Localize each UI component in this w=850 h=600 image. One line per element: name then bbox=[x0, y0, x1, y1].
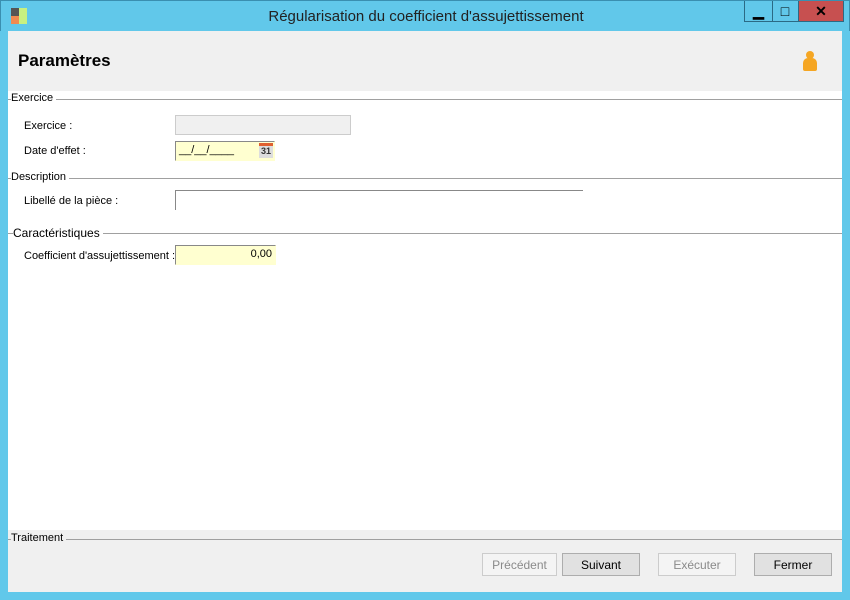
exercice-label: Exercice : bbox=[24, 120, 73, 132]
section-title: Traitement bbox=[11, 532, 67, 544]
coefficient-label: Coefficient d'assujettissement : bbox=[24, 250, 176, 262]
date-effet-value: __/__/____ bbox=[179, 144, 235, 156]
section-exercice: Exercice bbox=[8, 92, 842, 106]
maximize-button[interactable]: □ bbox=[772, 1, 799, 22]
section-title: Exercice bbox=[11, 92, 57, 104]
close-window-button[interactable]: ✕ bbox=[798, 1, 844, 22]
close-icon: ✕ bbox=[815, 2, 827, 19]
client-area bbox=[8, 31, 842, 592]
next-button[interactable]: Suivant bbox=[562, 553, 640, 576]
minimize-button[interactable]: ▁ bbox=[744, 1, 773, 22]
section-title: Caractéristiques bbox=[13, 226, 103, 240]
calendar-day: 31 bbox=[260, 146, 271, 156]
previous-button[interactable]: Précédent bbox=[482, 553, 557, 576]
section-title: Description bbox=[11, 171, 70, 183]
execute-button[interactable]: Exécuter bbox=[658, 553, 736, 576]
calendar-icon[interactable]: 31 bbox=[259, 143, 273, 158]
page-title: Paramètres bbox=[18, 51, 111, 70]
title-bar: Régularisation du coefficient d'assujett… bbox=[0, 0, 850, 31]
window-title: Régularisation du coefficient d'assujett… bbox=[268, 8, 584, 25]
maximize-icon: □ bbox=[780, 3, 790, 19]
user-icon[interactable] bbox=[802, 51, 818, 71]
exercice-field[interactable] bbox=[175, 115, 351, 135]
minimize-icon: ▁ bbox=[753, 2, 764, 19]
header-panel bbox=[8, 31, 842, 91]
section-caracteristiques: Caractéristiques bbox=[8, 226, 842, 240]
libelle-field[interactable] bbox=[175, 190, 583, 210]
date-effet-label: Date d'effet : bbox=[24, 145, 86, 157]
close-button[interactable]: Fermer bbox=[754, 553, 832, 576]
section-traitement: Traitement bbox=[8, 532, 842, 546]
section-description: Description bbox=[8, 171, 842, 185]
libelle-label: Libellé de la pièce : bbox=[24, 195, 119, 207]
coefficient-field[interactable]: 0,00 bbox=[175, 245, 276, 265]
